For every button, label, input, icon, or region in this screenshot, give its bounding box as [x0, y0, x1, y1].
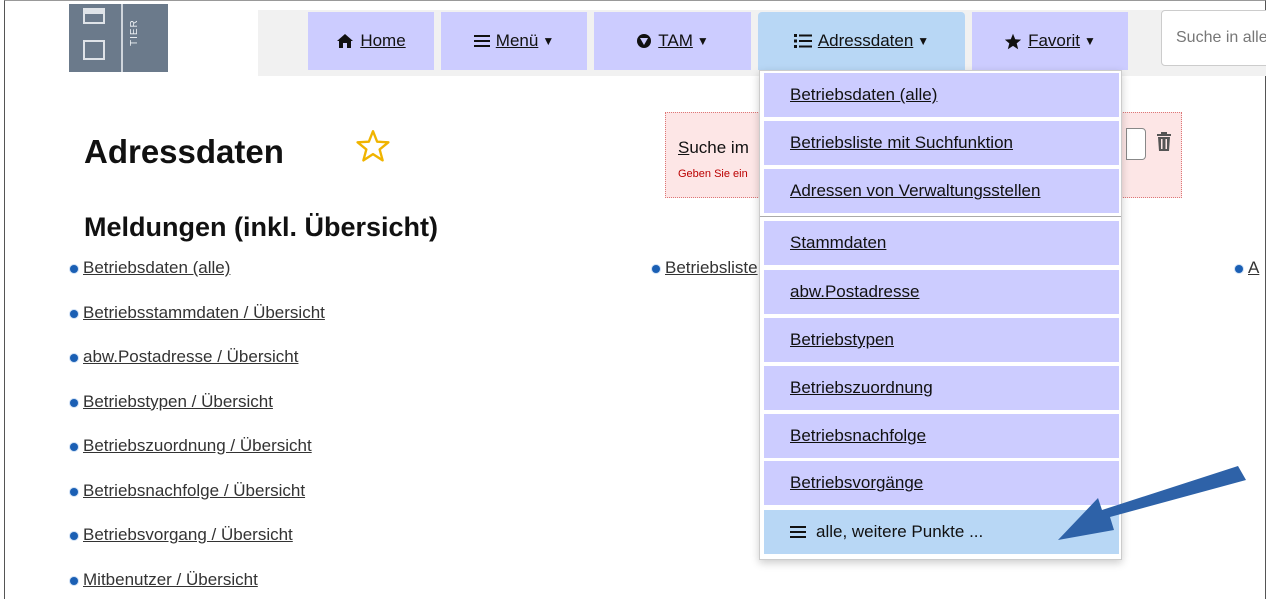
logo-shape-bottom: [83, 40, 105, 60]
star-icon: [1004, 33, 1022, 49]
list-item: Betriebsvorgang / Übersicht: [70, 525, 325, 570]
trash-icon[interactable]: [1156, 132, 1172, 152]
nav-menu-button[interactable]: Menü ▼: [441, 12, 587, 70]
page-title: Adressdaten: [84, 133, 284, 170]
nav-tam-label: TAM: [658, 31, 693, 50]
bullet-icon: [70, 309, 78, 318]
link-betriebszuordnung[interactable]: Betriebszuordnung / Übersicht: [83, 436, 312, 456]
link-col3[interactable]: A: [1248, 258, 1259, 278]
list-item: Betriebsnachfolge / Übersicht: [70, 481, 325, 526]
annotation-arrow-icon: [1058, 466, 1246, 540]
list-item: Mitbenutzer / Übersicht: [70, 570, 325, 599]
dropdown-item-betriebsliste[interactable]: Betriebsliste mit Suchfunktion: [764, 121, 1119, 165]
dropdown-item-betriebszuordnung[interactable]: Betriebszuordnung: [764, 366, 1119, 410]
bullet-icon: [70, 532, 78, 540]
hamburger-icon: [790, 526, 806, 538]
dropdown-item-stammdaten[interactable]: Stammdaten: [764, 221, 1119, 265]
logo-divider: [121, 4, 123, 72]
list-item: Betriebsstammdaten / Übersicht: [70, 303, 325, 348]
nav-home-button[interactable]: Home: [308, 12, 434, 70]
alert-search-input[interactable]: [1126, 128, 1146, 160]
link-betriebsliste[interactable]: Betriebsliste: [665, 258, 758, 278]
nav-home-label: Home: [360, 31, 406, 50]
alert-label: Suche im: [678, 138, 749, 157]
bullet-icon: [70, 487, 78, 496]
alert-hint: Geben Sie ein: [678, 168, 748, 180]
chevron-down-icon: ▼: [696, 34, 709, 48]
bullet-icon: [652, 265, 660, 273]
chevron-down-icon: ▼: [917, 34, 930, 48]
dropdown-more-label: alle, weitere Punkte ...: [816, 522, 984, 541]
bullet-icon: [70, 354, 78, 362]
list-item: A: [1235, 258, 1259, 278]
link-betriebsstammdaten[interactable]: Betriebsstammdaten / Übersicht: [83, 303, 325, 323]
nav-adressdaten-button[interactable]: Adressdaten ▼: [758, 12, 965, 70]
list-item: Betriebstypen / Übersicht: [70, 392, 325, 437]
list-item: abw.Postadresse / Übersicht: [70, 347, 325, 392]
bullet-icon: [70, 265, 78, 273]
bullet-icon: [70, 576, 78, 585]
nav-favorit-button[interactable]: Favorit ▼: [972, 12, 1128, 70]
list-icon: [793, 34, 812, 48]
link-betriebstypen[interactable]: Betriebstypen / Übersicht: [83, 392, 273, 412]
logo-text: TIER: [129, 19, 140, 46]
link-mitbenutzer[interactable]: Mitbenutzer / Übersicht: [83, 570, 258, 590]
tam-icon: [637, 34, 652, 48]
search-input[interactable]: Suche in alle: [1161, 10, 1266, 66]
list-item: Betriebszuordnung / Übersicht: [70, 436, 325, 481]
chevron-down-icon: ▼: [542, 34, 555, 48]
list-item: Betriebsliste: [652, 258, 758, 278]
favorite-star-outline-icon[interactable]: [355, 129, 391, 163]
link-betriebsnachfolge[interactable]: Betriebsnachfolge / Übersicht: [83, 481, 305, 501]
logo[interactable]: TIER: [69, 4, 168, 72]
hamburger-icon: [473, 35, 490, 47]
logo-shape-top: [83, 8, 105, 24]
nav-tam-button[interactable]: TAM ▼: [594, 12, 751, 70]
link-list: Betriebsdaten (alle) Betriebsstammdaten …: [70, 258, 325, 599]
bullet-icon: [70, 443, 78, 451]
nav-adressdaten-label: Adressdaten: [817, 31, 914, 50]
dropdown-item-verwaltungsstellen[interactable]: Adressen von Verwaltungsstellen: [764, 169, 1119, 213]
link-betriebsdaten[interactable]: Betriebsdaten (alle): [83, 258, 230, 278]
dropdown-item-betriebsnachfolge[interactable]: Betriebsnachfolge: [764, 414, 1119, 458]
dropdown-divider: [760, 216, 1121, 217]
search-placeholder: Suche in alle: [1176, 29, 1266, 46]
link-postadresse[interactable]: abw.Postadresse / Übersicht: [83, 347, 298, 367]
bullet-icon: [1235, 265, 1243, 273]
home-icon: [337, 34, 354, 48]
nav-menu-label: Menü: [495, 31, 539, 50]
chevron-down-icon: ▼: [1084, 34, 1096, 48]
link-betriebsvorgang[interactable]: Betriebsvorgang / Übersicht: [83, 525, 293, 545]
section-title: Meldungen (inkl. Übersicht): [84, 212, 439, 242]
dropdown-item-betriebstypen[interactable]: Betriebstypen: [764, 318, 1119, 362]
nav-favorit-label: Favorit: [1028, 31, 1081, 50]
dropdown-item-postadresse[interactable]: abw.Postadresse: [764, 270, 1119, 314]
dropdown-item-betriebsdaten[interactable]: Betriebsdaten (alle): [764, 73, 1119, 117]
bullet-icon: [70, 398, 78, 407]
list-item: Betriebsdaten (alle): [70, 258, 325, 303]
